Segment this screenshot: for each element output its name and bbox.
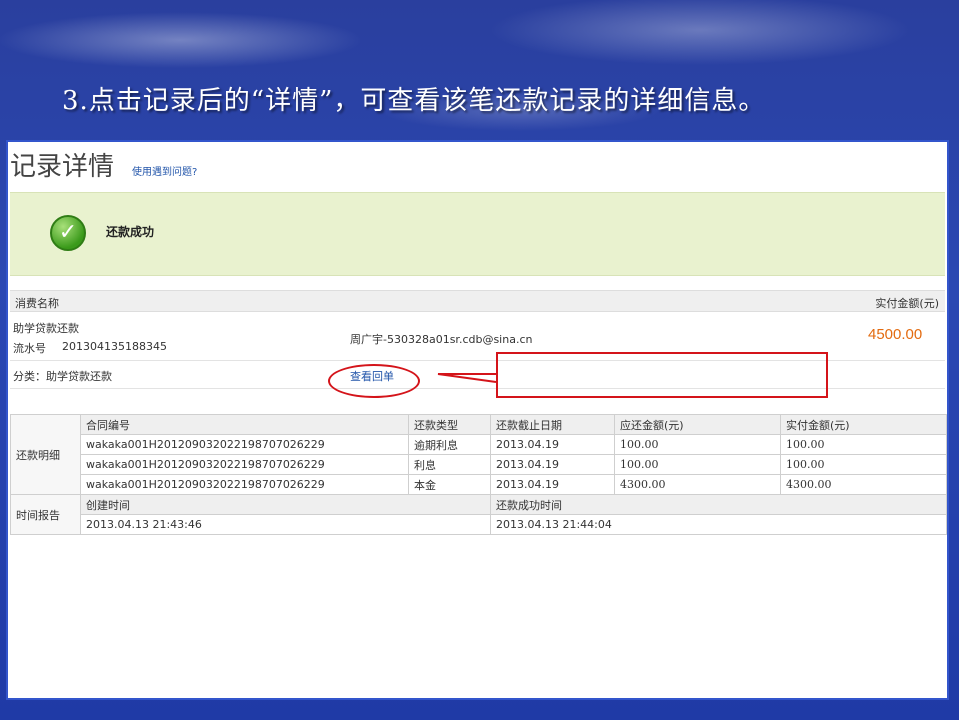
table-row: wakaka001H201209032022198707026229 本金 20… — [11, 474, 947, 495]
created-time-header: 创建时间 — [80, 494, 491, 515]
column-header: 应还金额(元) — [614, 414, 781, 435]
amount-paid: 4300.00 — [780, 474, 947, 495]
success-time-header: 还款成功时间 — [490, 494, 947, 515]
due-date: 2013.04.19 — [490, 434, 615, 455]
due-date: 2013.04.19 — [490, 474, 615, 495]
repayment-type: 逾期利息 — [408, 434, 491, 455]
contract-no: wakaka001H201209032022198707026229 — [80, 474, 409, 495]
table-row: 还款明细 合同编号 还款类型 还款截止日期 应还金额(元) 实付金额(元) — [10, 414, 947, 495]
column-header: 还款截止日期 — [490, 414, 615, 435]
success-time: 2013.04.13 21:44:04 — [490, 514, 947, 535]
created-time: 2013.04.13 21:43:46 — [80, 514, 491, 535]
due-date: 2013.04.19 — [490, 454, 615, 475]
amount-paid: 100.00 — [780, 434, 947, 455]
table-row: 时间报告 创建时间 还款成功时间 — [10, 494, 947, 535]
contract-no: wakaka001H20120903202219870702622​9 — [80, 434, 409, 455]
column-header: 还款类型 — [408, 414, 491, 435]
column-header: 实付金额(元) — [780, 414, 947, 435]
repayment-table: 还款明细 合同编号 还款类型 还款截止日期 应还金额(元) 实付金额(元) wa… — [10, 414, 947, 535]
amount-paid: 100.00 — [780, 454, 947, 475]
time-section-label: 时间报告 — [10, 494, 81, 535]
column-header: 合同编号 — [80, 414, 409, 435]
repayment-type: 本金 — [408, 474, 491, 495]
amount-due: 100.00 — [614, 434, 781, 455]
record-detail-panel: 记录详情 使用遇到问题? ✓ 还款成功 消费名称 实付金额(元) 助学贷款还款 … — [6, 140, 949, 700]
amount-due: 100.00 — [614, 454, 781, 475]
slide-caption: 3.点击记录后的“详情”，可查看该笔还款记录的详细信息。 — [62, 86, 766, 116]
repayment-section-label: 还款明细 — [10, 414, 81, 495]
repayment-type: 利息 — [408, 454, 491, 475]
table-row: wakaka001H20120903202219870702622​9 逾期利息… — [11, 434, 947, 455]
contract-no: wakaka001H201209032022198707026229 — [80, 454, 409, 475]
table-row: 2013.04.13 21:43:46 2013.04.13 21:44:04 — [11, 514, 947, 535]
table-row: wakaka001H201209032022198707026229 利息 20… — [11, 454, 947, 475]
amount-due: 4300.00 — [614, 474, 781, 495]
